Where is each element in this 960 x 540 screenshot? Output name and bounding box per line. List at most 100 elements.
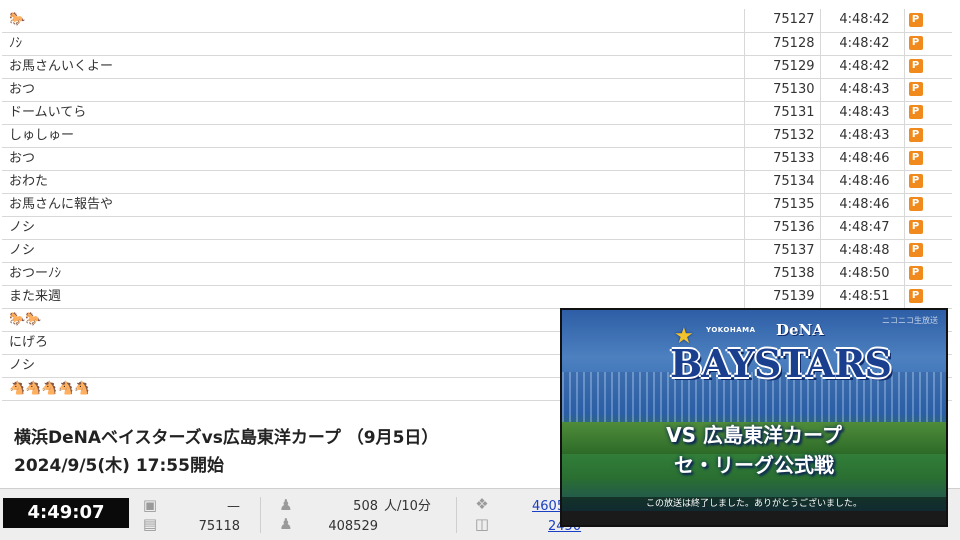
comment-time: 4:48:48 [819, 239, 904, 263]
comment-row[interactable]: おつ 75130 4:48:43 P [2, 78, 952, 102]
comment-badge-cell: P [903, 285, 952, 309]
comment-text: おつ [2, 147, 744, 171]
matchup-text: VS 広島東洋カープ [666, 423, 842, 447]
comment-badge-cell: P [903, 124, 952, 148]
comment-recent-count: — [227, 499, 240, 514]
comment-number: 75127 [743, 9, 820, 33]
comment-time: 4:48:46 [819, 193, 904, 217]
comment-number: 75136 [743, 216, 820, 240]
comment-time: 4:48:46 [819, 147, 904, 171]
comment-row[interactable]: ﾉｼ 75128 4:48:42 P [2, 32, 952, 56]
comment-time: 4:48:42 [819, 55, 904, 79]
comment-text: お馬さんいくよー [2, 55, 744, 79]
comment-time: 4:48:51 [819, 285, 904, 309]
comment-row[interactable]: ドームいてら 75131 4:48:43 P [2, 101, 952, 125]
premium-badge-icon: P [908, 174, 923, 188]
premium-badge-icon: P [908, 12, 923, 27]
visitors-rate-unit: 人/10分 [384, 499, 431, 514]
comment-time: 4:48:42 [819, 32, 904, 56]
comment-badge-cell: P [903, 55, 952, 79]
comment-badge-cell: P [903, 262, 952, 286]
broadcast-start-time: 2024/9/5(木) 17:55開始 [14, 456, 224, 476]
comment-number: 75139 [743, 285, 820, 309]
gift-icon: ◫ [474, 515, 490, 533]
comment-badge-cell: P [903, 147, 952, 171]
comment-badge-cell: P [903, 9, 952, 33]
comment-time: 4:48:47 [819, 216, 904, 240]
comment-text: しゅしゅー [2, 124, 744, 148]
premium-badge-icon: P [908, 105, 923, 119]
comment-text: おつ [2, 78, 744, 102]
comment-total-count: 75118 [198, 519, 240, 534]
comment-number: 75130 [743, 78, 820, 102]
watermark: ニコニコ生放送 [882, 316, 938, 325]
comment-badge-cell: P [903, 32, 952, 56]
comment-bubble-icon: ▣ [142, 496, 158, 514]
premium-badge-icon: P [908, 197, 923, 211]
comment-time: 4:48:43 [819, 78, 904, 102]
comment-text: また来週 [2, 285, 744, 309]
comment-badge-cell: P [903, 193, 952, 217]
divider [456, 497, 457, 533]
comment-number: 75138 [743, 262, 820, 286]
comment-text: お馬さんに報告や [2, 193, 744, 217]
comment-badge-cell: P [903, 216, 952, 240]
comment-row[interactable]: おわた 75134 4:48:46 P [2, 170, 952, 194]
premium-badge-icon: P [908, 82, 923, 96]
comment-row[interactable]: 🐎 75127 4:48:42 P [2, 9, 952, 33]
comment-time: 4:48:46 [819, 170, 904, 194]
league-text: セ・リーグ公式戦 [674, 453, 834, 477]
comment-number: 75131 [743, 101, 820, 125]
premium-badge-icon: P [908, 243, 923, 257]
comment-number: 75134 [743, 170, 820, 194]
broadcast-title: 横浜DeNAベイスターズvs広島東洋カープ （9月5日） [14, 428, 439, 448]
comment-row[interactable]: ノシ 75137 4:48:48 P [2, 239, 952, 263]
comment-time: 4:48:50 [819, 262, 904, 286]
comment-number: 75133 [743, 147, 820, 171]
comment-badge-cell: P [903, 101, 952, 125]
comment-row[interactable]: しゅしゅー 75132 4:48:43 P [2, 124, 952, 148]
comment-row[interactable]: おつ 75133 4:48:46 P [2, 147, 952, 171]
video-control-strip [562, 511, 946, 525]
premium-badge-icon: P [908, 266, 923, 280]
ad-megaphone-icon: ❖ [475, 495, 489, 513]
video-player[interactable]: ニコニコ生放送 ★ YOKOHAMA DeNA BAYSTARS VS 広島東洋… [560, 308, 948, 527]
broadcast-info: 横浜DeNAベイスターズvs広島東洋カープ （9月5日） 2024/9/5(木)… [14, 424, 438, 480]
premium-badge-icon: P [908, 289, 923, 303]
team-logo: ★ YOKOHAMA DeNA BAYSTARS [670, 321, 892, 400]
comment-number: 75135 [743, 193, 820, 217]
comment-text: 🐎 [2, 9, 744, 33]
comment-row[interactable]: おつーﾉｼ 75138 4:48:50 P [2, 262, 952, 286]
logo-baystars: BAYSTARS [670, 341, 892, 386]
premium-badge-icon: P [908, 151, 923, 165]
premium-badge-icon: P [908, 220, 923, 234]
comment-stack-icon: ▤ [142, 515, 158, 533]
logo-dena: DeNA [776, 321, 824, 339]
comment-time: 4:48:43 [819, 101, 904, 125]
comment-row[interactable]: お馬さんに報告や 75135 4:48:46 P [2, 193, 952, 217]
comment-text: おつーﾉｼ [2, 262, 744, 286]
visitors-rate: 508 [353, 499, 378, 514]
comment-text: おわた [2, 170, 744, 194]
broadcast-ended-message: この放送は終了しました。ありがとうございました。 [562, 497, 946, 511]
comment-badge-cell: P [903, 78, 952, 102]
comment-row[interactable]: ノシ 75136 4:48:47 P [2, 216, 952, 240]
comment-row[interactable]: また来週 75139 4:48:51 P [2, 285, 952, 309]
player-window: 🐎 75127 4:48:42 P ﾉｼ 75128 4:48:42 P お馬さんいくよー 751… [0, 0, 960, 540]
comment-time: 4:48:42 [819, 9, 904, 33]
comment-badge-cell: P [903, 239, 952, 263]
comment-row[interactable]: お馬さんいくよー 75129 4:48:42 P [2, 55, 952, 79]
comment-number: 75132 [743, 124, 820, 148]
visitor-icon: ♟ [279, 496, 293, 514]
user-icon: ♟ [279, 515, 293, 533]
elapsed-time: 4:49:07 [3, 498, 129, 528]
comment-text: ドームいてら [2, 101, 744, 125]
comment-text: ノシ [2, 216, 744, 240]
comment-badge-cell: P [903, 170, 952, 194]
comment-text: ノシ [2, 239, 744, 263]
comment-text: ﾉｼ [2, 32, 744, 56]
comment-number: 75128 [743, 32, 820, 56]
logo-yokohama: YOKOHAMA [706, 326, 756, 334]
visitors-total: 408529 [328, 519, 378, 534]
divider [260, 497, 261, 533]
